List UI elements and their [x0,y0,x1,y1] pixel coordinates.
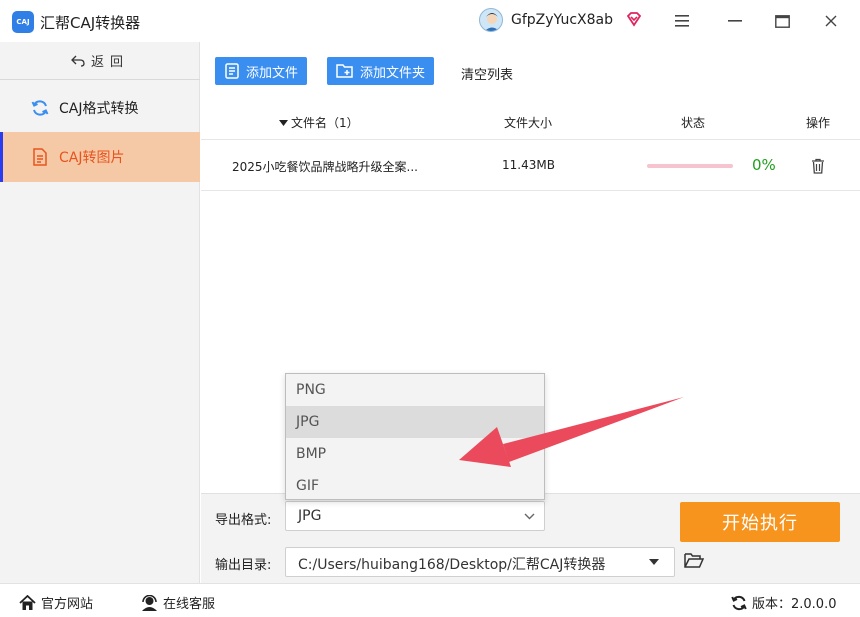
close-icon[interactable] [817,8,845,34]
add-file-icon [225,63,239,79]
format-option-jpg[interactable]: JPG [286,406,544,438]
home-icon [19,594,36,610]
back-label: 返回 [90,55,129,70]
add-file-button[interactable]: 添加文件 [215,57,308,85]
delete-trash-icon[interactable] [811,158,825,177]
menu-icon[interactable] [668,8,696,34]
format-option-png[interactable]: PNG [286,374,544,406]
column-action-header: 操作 [806,116,831,130]
clear-list-button[interactable]: 清空列表 [461,64,513,83]
format-select-value: JPG [298,508,322,524]
table-row[interactable]: 2025小吃餐饮品牌战略升级全案... 11.43MB 0% [201,141,860,191]
footer-bar: 官方网站 在线客服 版本：2.0.0.0 [0,583,860,617]
file-table-header: 文件名（1） 文件大小 状态 操作 [201,102,860,140]
caret-down-icon [649,559,659,565]
username[interactable]: GfpZyYucX8ab [511,12,613,28]
add-folder-icon [336,64,353,78]
sidebar: 返回 CAJ格式转换 CAJ转图片 [0,42,200,583]
maximize-icon[interactable] [768,8,796,34]
output-dir-label: 输出目录: [215,558,272,573]
chevron-down-icon [524,513,535,520]
official-website-link[interactable]: 官方网站 [19,593,93,612]
sidebar-item-caj-to-image[interactable]: CAJ转图片 [0,132,200,182]
version-label: 版本：2.0.0.0 [752,597,837,612]
sidebar-item-label: CAJ格式转换 [59,101,139,117]
back-button[interactable]: 返回 [0,42,200,80]
format-dropdown-list: PNG JPG BMP GIF [285,373,545,500]
progress-percent: 0% [752,156,776,174]
title-bar: CAJ 汇帮CAJ转换器 GfpZyYucX8ab [0,0,860,42]
format-select[interactable]: JPG [285,501,545,531]
add-folder-label: 添加文件夹 [360,65,426,81]
format-option-gif[interactable]: GIF [286,470,544,502]
format-label: 导出格式: [215,513,272,528]
column-status-header: 状态 [681,116,706,130]
vip-diamond-icon[interactable] [626,11,642,27]
start-button[interactable]: 开始执行 [680,502,840,542]
app-title: 汇帮CAJ转换器 [40,14,141,32]
refresh-icon [31,99,49,117]
app-logo: CAJ [12,11,34,33]
add-folder-button[interactable]: 添加文件夹 [327,57,435,85]
support-label: 在线客服 [163,597,216,612]
column-name-label: 文件名（1） [291,116,359,130]
output-dir-select[interactable]: C:/Users/huibang168/Desktop/汇帮CAJ转换器 [285,547,675,577]
file-name-cell: 2025小吃餐饮品牌战略升级全案... [232,160,418,174]
back-arrow-icon [71,55,85,67]
format-option-bmp[interactable]: BMP [286,438,544,470]
website-label: 官方网站 [41,597,94,612]
online-support-link[interactable]: 在线客服 [141,593,215,612]
file-size-cell: 11.43MB [502,158,555,172]
user-avatar[interactable] [479,8,503,32]
column-size-header: 文件大小 [504,116,553,130]
sidebar-item-label: CAJ转图片 [59,150,125,166]
sidebar-item-caj-format[interactable]: CAJ格式转换 [0,83,200,133]
support-headset-icon [142,594,157,611]
add-file-label: 添加文件 [246,65,299,81]
minimize-icon[interactable] [721,8,749,34]
output-dir-value: C:/Users/huibang168/Desktop/汇帮CAJ转换器 [298,557,606,573]
column-name-header[interactable]: 文件名（1） [279,114,359,131]
progress-bar [647,164,733,168]
open-folder-icon[interactable] [684,552,705,573]
document-icon [31,148,49,166]
sort-down-icon [279,120,288,126]
version-info[interactable]: 版本：2.0.0.0 [731,593,836,612]
refresh-icon [731,595,747,610]
